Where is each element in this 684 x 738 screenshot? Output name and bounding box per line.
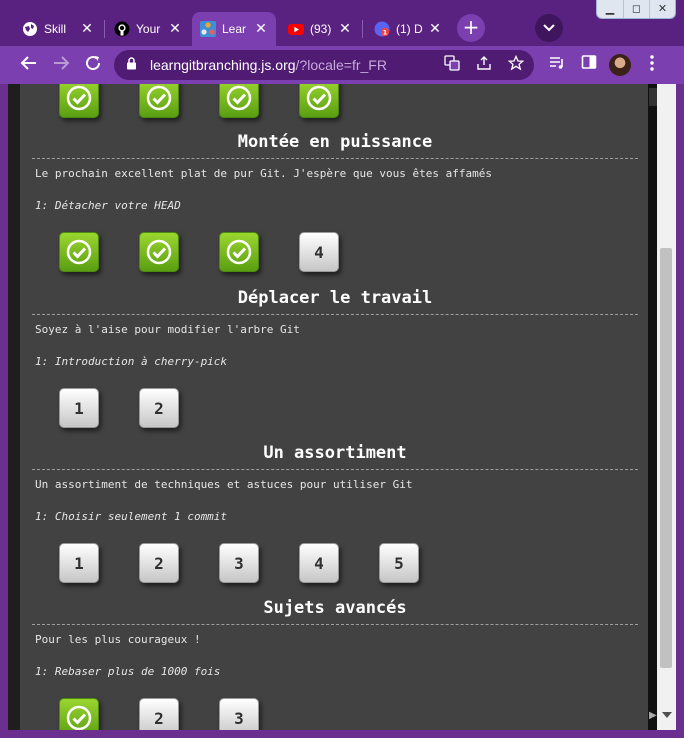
- level-button[interactable]: 2: [139, 698, 179, 730]
- level-button[interactable]: [59, 84, 99, 118]
- checkmark-icon: [66, 239, 92, 265]
- level-button[interactable]: 2: [139, 543, 179, 583]
- checkmark-icon: [66, 85, 92, 111]
- avatar[interactable]: [609, 54, 631, 76]
- play-arrow-icon: ▶: [649, 710, 657, 721]
- vertical-scrollbar[interactable]: [657, 84, 676, 730]
- level-button[interactable]: [139, 84, 179, 118]
- section-description: Un assortiment de techniques et astuces …: [35, 478, 413, 491]
- chevron-down-icon: [543, 24, 555, 32]
- close-window-button[interactable]: ✕: [649, 0, 675, 18]
- close-icon[interactable]: ✕: [80, 21, 94, 37]
- maximize-button[interactable]: ◻: [623, 0, 649, 18]
- reload-button[interactable]: [82, 54, 104, 76]
- level-button[interactable]: [59, 232, 99, 272]
- section-title: Sujets avancés: [32, 598, 638, 625]
- tab-youtube[interactable]: (93) ✕: [280, 12, 360, 46]
- section-title: Déplacer le travail: [32, 288, 638, 315]
- close-icon[interactable]: ✕: [254, 21, 268, 37]
- arrow-left-icon: [20, 56, 36, 70]
- level-button[interactable]: 1: [59, 543, 99, 583]
- checkmark-icon: [146, 85, 172, 111]
- section-subtitle: 1: Introduction à cherry-pick: [35, 355, 228, 368]
- browser-titlebar: Skill ✕ Your ✕ Lear ✕ (93) ✕ 1 (1) D ✕ +: [0, 0, 684, 46]
- svg-text:1: 1: [383, 29, 388, 37]
- tab-skill[interactable]: Skill ✕: [14, 12, 102, 46]
- level-button[interactable]: 5: [379, 543, 419, 583]
- level-button[interactable]: 4: [299, 543, 339, 583]
- tab-github[interactable]: Your ✕: [106, 12, 190, 46]
- level-button[interactable]: [59, 698, 99, 730]
- level-button[interactable]: [139, 232, 179, 272]
- section-description: Pour les plus courageux !: [35, 633, 201, 646]
- translate-icon[interactable]: [442, 55, 462, 75]
- arrow-right-icon: [54, 56, 70, 70]
- checkmark-icon: [226, 239, 252, 265]
- level-button[interactable]: 3: [219, 698, 259, 730]
- tab-search-button[interactable]: [535, 14, 563, 42]
- close-icon[interactable]: ✕: [338, 21, 352, 37]
- tab-separator: [104, 20, 105, 38]
- level-button[interactable]: [219, 232, 259, 272]
- side-panel-button[interactable]: [578, 54, 600, 76]
- level-button[interactable]: 3: [219, 543, 259, 583]
- tab-discord[interactable]: 1 (1) D ✕: [366, 12, 450, 46]
- level-selection-panel: Montée en puissance Le prochain excellen…: [20, 84, 648, 730]
- page-viewport: Montée en puissance Le prochain excellen…: [8, 84, 676, 730]
- section-description: Le prochain excellent plat de pur Git. J…: [35, 167, 492, 180]
- checkmark-icon: [66, 705, 92, 730]
- scrollbar-thumb[interactable]: [660, 248, 672, 668]
- level-button[interactable]: [219, 84, 259, 118]
- url-path: /?locale=fr_FR: [295, 57, 387, 73]
- tab-separator: [362, 20, 363, 38]
- section-description: Soyez à l'aise pour modifier l'arbre Git: [35, 323, 300, 336]
- back-button[interactable]: [18, 54, 40, 76]
- page-right-edge: [648, 84, 657, 730]
- section-subtitle: 1: Détacher votre HEAD: [35, 199, 181, 212]
- level-button[interactable]: [299, 84, 339, 118]
- checkmark-icon: [306, 85, 332, 111]
- playlist-icon: [550, 57, 563, 69]
- close-icon[interactable]: ✕: [428, 21, 442, 37]
- window-controls: ▁ ◻ ✕: [596, 0, 676, 19]
- section-subtitle: 1: Choisir seulement 1 commit: [35, 510, 228, 523]
- level-button[interactable]: 1: [59, 388, 99, 428]
- forward-button[interactable]: [50, 54, 72, 76]
- edge-decoration: [649, 88, 657, 106]
- close-icon[interactable]: ✕: [168, 21, 182, 37]
- browser-toolbar: learngitbranching.js.org/?locale=fr_FR: [0, 46, 684, 84]
- page-left-edge: [8, 84, 20, 730]
- level-button[interactable]: 4: [299, 232, 339, 272]
- youtube-icon: [288, 21, 304, 37]
- new-tab-button[interactable]: +: [457, 14, 485, 42]
- address-bar[interactable]: learngitbranching.js.org/?locale=fr_FR: [114, 50, 534, 80]
- checkmark-icon: [226, 85, 252, 111]
- tab-learngitbranching[interactable]: Lear ✕: [192, 12, 276, 46]
- url-text: learngitbranching.js.org/?locale=fr_FR: [150, 57, 387, 73]
- side-panel-icon: [581, 55, 597, 69]
- bookmark-star-icon[interactable]: [506, 54, 526, 75]
- lock-icon: [126, 57, 142, 73]
- section-title: Un assortiment: [32, 443, 638, 470]
- menu-button[interactable]: [641, 54, 663, 76]
- scroll-down-arrow-icon[interactable]: [662, 712, 672, 718]
- reload-icon: [86, 56, 101, 71]
- github-icon: [114, 21, 130, 37]
- minimize-button[interactable]: ▁: [597, 0, 623, 18]
- media-control-button[interactable]: [546, 54, 568, 76]
- share-icon[interactable]: [474, 55, 494, 75]
- level-button[interactable]: 2: [139, 388, 179, 428]
- url-host: learngitbranching.js.org: [150, 57, 296, 73]
- checkmark-icon: [146, 239, 172, 265]
- discord-icon: 1: [374, 21, 390, 37]
- learngitbranching-icon: [200, 21, 216, 37]
- globe-icon: [22, 21, 38, 37]
- section-title: Montée en puissance: [32, 132, 638, 159]
- kebab-menu-icon: [650, 55, 654, 71]
- section-subtitle: 1: Rebaser plus de 1000 fois: [35, 665, 221, 678]
